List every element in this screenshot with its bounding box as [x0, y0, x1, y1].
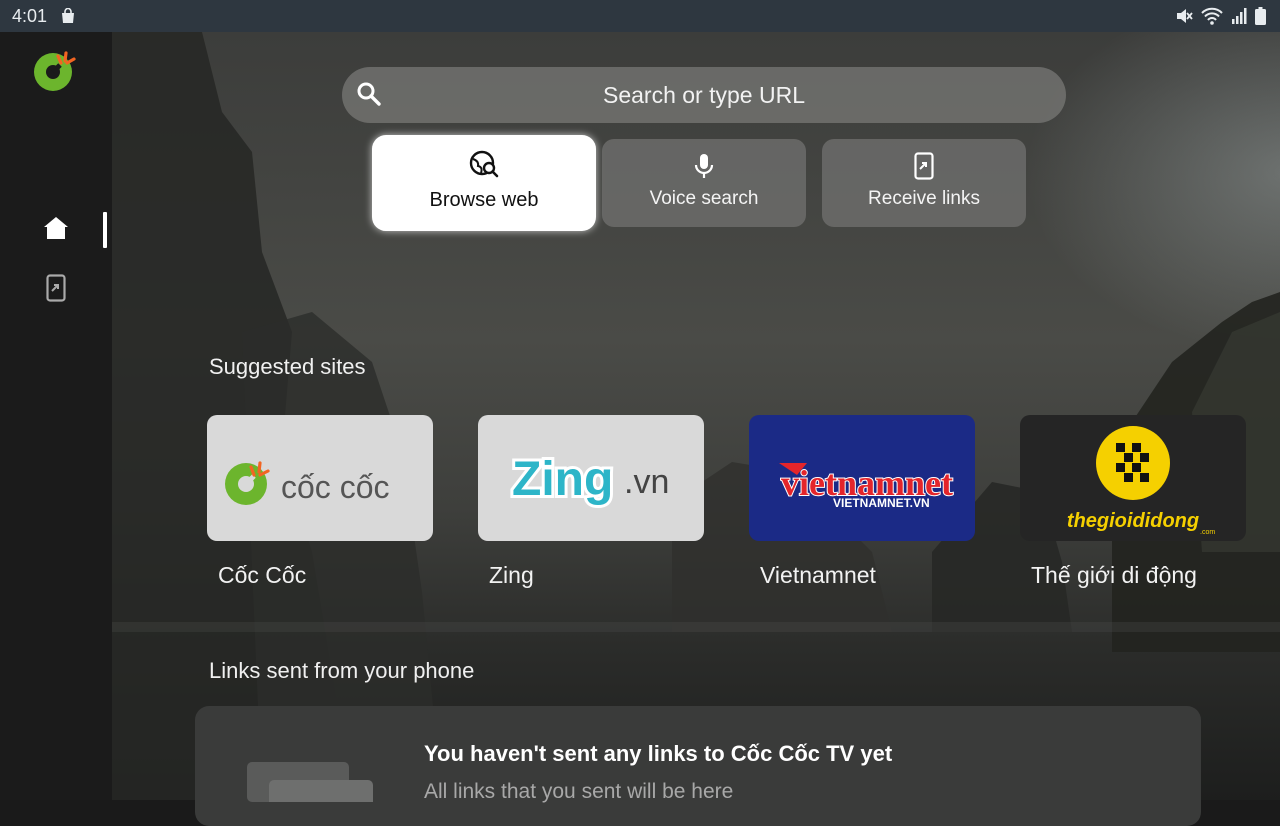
status-time: 4:01 [12, 6, 48, 26]
receive-links-button[interactable]: Receive links [822, 139, 1026, 227]
phone-link-icon [46, 274, 66, 302]
voice-search-label: Voice search [649, 188, 759, 209]
site-tile-zing[interactable]: Zing .vn [478, 415, 704, 541]
vietnamnet-domain: VIETNAMNET.VN [833, 496, 930, 510]
shopping-bag-icon [60, 7, 76, 29]
links-section-title: Links sent from your phone [209, 658, 475, 683]
site-name-coccoc: Cốc Cốc [218, 562, 307, 588]
site-name-thegioididong: Thế giới di động [1031, 562, 1197, 588]
mic-icon [602, 152, 806, 180]
search-input[interactable]: Search or type URL [342, 67, 1066, 123]
globe-search-icon [372, 150, 596, 180]
receive-links-label: Receive links [868, 188, 980, 209]
selected-indicator [103, 212, 107, 248]
thegioididong-domain: .com [1200, 529, 1215, 536]
site-tile-vietnamnet[interactable]: vietnamnet VIETNAMNET.VN [749, 415, 975, 541]
sidebar-item-home[interactable] [40, 212, 72, 244]
sidebar-item-received-links[interactable] [40, 272, 72, 304]
thegioididong-site-logo: thegioididong .com [1067, 426, 1215, 536]
vietnamnet-site-logo: vietnamnet VIETNAMNET.VN [779, 462, 954, 510]
signal-icon [1231, 8, 1247, 29]
site-tile-coccoc[interactable]: cốc cốc [207, 415, 433, 541]
coccoc-logo [32, 47, 78, 93]
browse-web-label: Browse web [429, 189, 539, 211]
search-placeholder: Search or type URL [603, 82, 805, 108]
zing-wordmark: Zing [512, 453, 613, 506]
site-tile-thegioididong[interactable]: thegioididong .com [1020, 415, 1246, 541]
phone-link-icon [822, 152, 1026, 180]
zing-suffix: .vn [624, 463, 669, 501]
home-icon [44, 217, 68, 239]
empty-links-illustration [247, 762, 377, 820]
battery-icon [1255, 7, 1266, 30]
coccoc-site-logo: cốc cốc [225, 461, 389, 505]
mute-icon [1175, 7, 1193, 30]
sidebar [0, 32, 112, 800]
links-empty-title: You haven't sent any links to Cốc Cốc TV… [424, 741, 893, 766]
browse-web-button[interactable]: Browse web [372, 135, 596, 231]
site-name-zing: Zing [489, 562, 534, 588]
voice-search-button[interactable]: Voice search [602, 139, 806, 227]
wifi-icon [1201, 7, 1223, 30]
suggested-sites-title: Suggested sites [209, 354, 366, 379]
coccoc-wordmark: cốc cốc [281, 469, 389, 505]
status-bar: 4:01 [0, 0, 1280, 32]
links-empty-subtitle: All links that you sent will be here [424, 780, 734, 803]
zing-site-logo: Zing .vn [509, 450, 669, 509]
site-name-vietnamnet: Vietnamnet [760, 562, 876, 588]
thegioididong-wordmark: thegioididong [1067, 510, 1199, 532]
